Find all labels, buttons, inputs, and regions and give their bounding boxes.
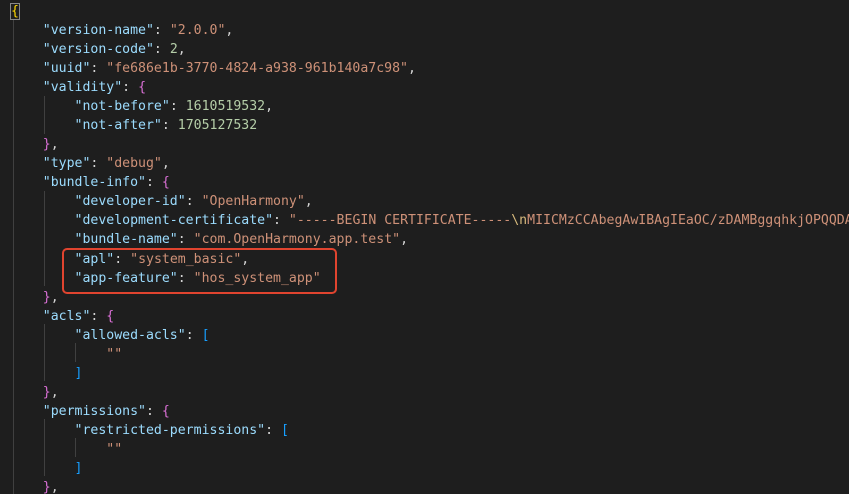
code-line[interactable]: "restricted-permissions": [ bbox=[11, 421, 289, 440]
json-key: "acls" bbox=[42, 309, 91, 324]
open-brace: { bbox=[106, 309, 115, 324]
json-key: "bundle-name" bbox=[74, 232, 178, 247]
code-line[interactable]: "" bbox=[11, 345, 122, 364]
code-line[interactable]: "bundle-name": "com.OpenHarmony.app.test… bbox=[11, 230, 409, 249]
code-line[interactable]: { bbox=[10, 2, 20, 21]
close-brace: } bbox=[42, 385, 51, 400]
code-line[interactable]: }, bbox=[11, 135, 59, 154]
code-line[interactable]: "not-after": 1705127532 bbox=[11, 116, 258, 135]
json-key: "not-before" bbox=[74, 99, 170, 114]
code-line[interactable]: "acls": { bbox=[11, 307, 114, 326]
code-line[interactable]: "version-code": 2, bbox=[11, 40, 186, 59]
json-number-value: 2 bbox=[169, 42, 178, 57]
json-number-value: 1705127532 bbox=[177, 118, 258, 133]
json-string-value: MIICMzCCAbegAwIBAgIEaOC/zDAMBggqhkjOPQQD… bbox=[527, 213, 849, 228]
code-line[interactable]: "not-before": 1610519532, bbox=[11, 97, 274, 116]
code-line[interactable]: "development-certificate": "-----BEGIN C… bbox=[11, 211, 849, 230]
json-string-value: "-----BEGIN CERTIFICATE----- bbox=[288, 213, 512, 228]
open-brace: { bbox=[161, 175, 170, 190]
json-key: "development-certificate" bbox=[74, 213, 274, 228]
code-line[interactable]: ] bbox=[11, 364, 83, 383]
json-key: "allowed-acls" bbox=[74, 328, 186, 343]
json-key: "not-after" bbox=[74, 118, 162, 133]
code-line[interactable]: "version-name": "2.0.0", bbox=[11, 21, 234, 40]
code-line[interactable]: "type": "debug", bbox=[11, 154, 170, 173]
open-brace: { bbox=[138, 80, 147, 95]
code-line[interactable]: "permissions": { bbox=[11, 402, 170, 421]
json-key: "type" bbox=[42, 156, 91, 171]
json-key: "version-code" bbox=[42, 42, 154, 57]
json-string-value: "OpenHarmony" bbox=[201, 194, 305, 209]
json-key: "version-name" bbox=[42, 23, 154, 38]
close-bracket: ] bbox=[74, 461, 83, 476]
open-brace: { bbox=[161, 404, 170, 419]
json-string-value: "" bbox=[106, 442, 123, 457]
json-number-value: 1610519532 bbox=[185, 99, 266, 114]
open-bracket: [ bbox=[201, 328, 210, 343]
json-key: "uuid" bbox=[42, 61, 91, 76]
json-string-value: "debug" bbox=[106, 156, 162, 171]
code-editor[interactable]: { "version-name": "2.0.0", "version-code… bbox=[0, 0, 849, 494]
json-key: "validity" bbox=[42, 80, 123, 95]
json-string-value: "com.OpenHarmony.app.test" bbox=[193, 232, 401, 247]
json-string-value: "" bbox=[106, 347, 123, 362]
code-line[interactable]: }, bbox=[11, 288, 59, 307]
json-key: "bundle-info" bbox=[42, 175, 146, 190]
close-bracket: ] bbox=[74, 366, 83, 381]
open-bracket: [ bbox=[280, 423, 289, 438]
code-line[interactable]: "developer-id": "OpenHarmony", bbox=[11, 192, 313, 211]
code-line[interactable]: "allowed-acls": [ bbox=[11, 326, 210, 345]
code-line[interactable]: "uuid": "fe686e1b-3770-4824-a938-961b140… bbox=[11, 59, 416, 78]
json-key: "permissions" bbox=[42, 404, 146, 419]
json-string-value: "2.0.0" bbox=[169, 23, 226, 38]
close-brace: } bbox=[42, 137, 51, 152]
code-line[interactable]: "" bbox=[11, 440, 122, 459]
open-brace: { bbox=[10, 3, 20, 20]
code-line[interactable]: "bundle-info": { bbox=[11, 173, 170, 192]
json-string-value: "fe686e1b-3770-4824-a938-961b140a7c98" bbox=[106, 61, 408, 76]
code-line[interactable]: ] bbox=[11, 459, 83, 478]
code-line[interactable]: "validity": { bbox=[11, 78, 146, 97]
close-brace: } bbox=[42, 480, 51, 494]
code-line[interactable]: }, bbox=[11, 383, 59, 402]
code-line[interactable]: }, bbox=[11, 478, 59, 494]
escape-sequence: \n bbox=[511, 213, 528, 228]
close-brace: } bbox=[42, 290, 51, 305]
json-key: "developer-id" bbox=[74, 194, 186, 209]
json-key: "restricted-permissions" bbox=[74, 423, 266, 438]
highlight-annotation-box bbox=[62, 248, 337, 294]
